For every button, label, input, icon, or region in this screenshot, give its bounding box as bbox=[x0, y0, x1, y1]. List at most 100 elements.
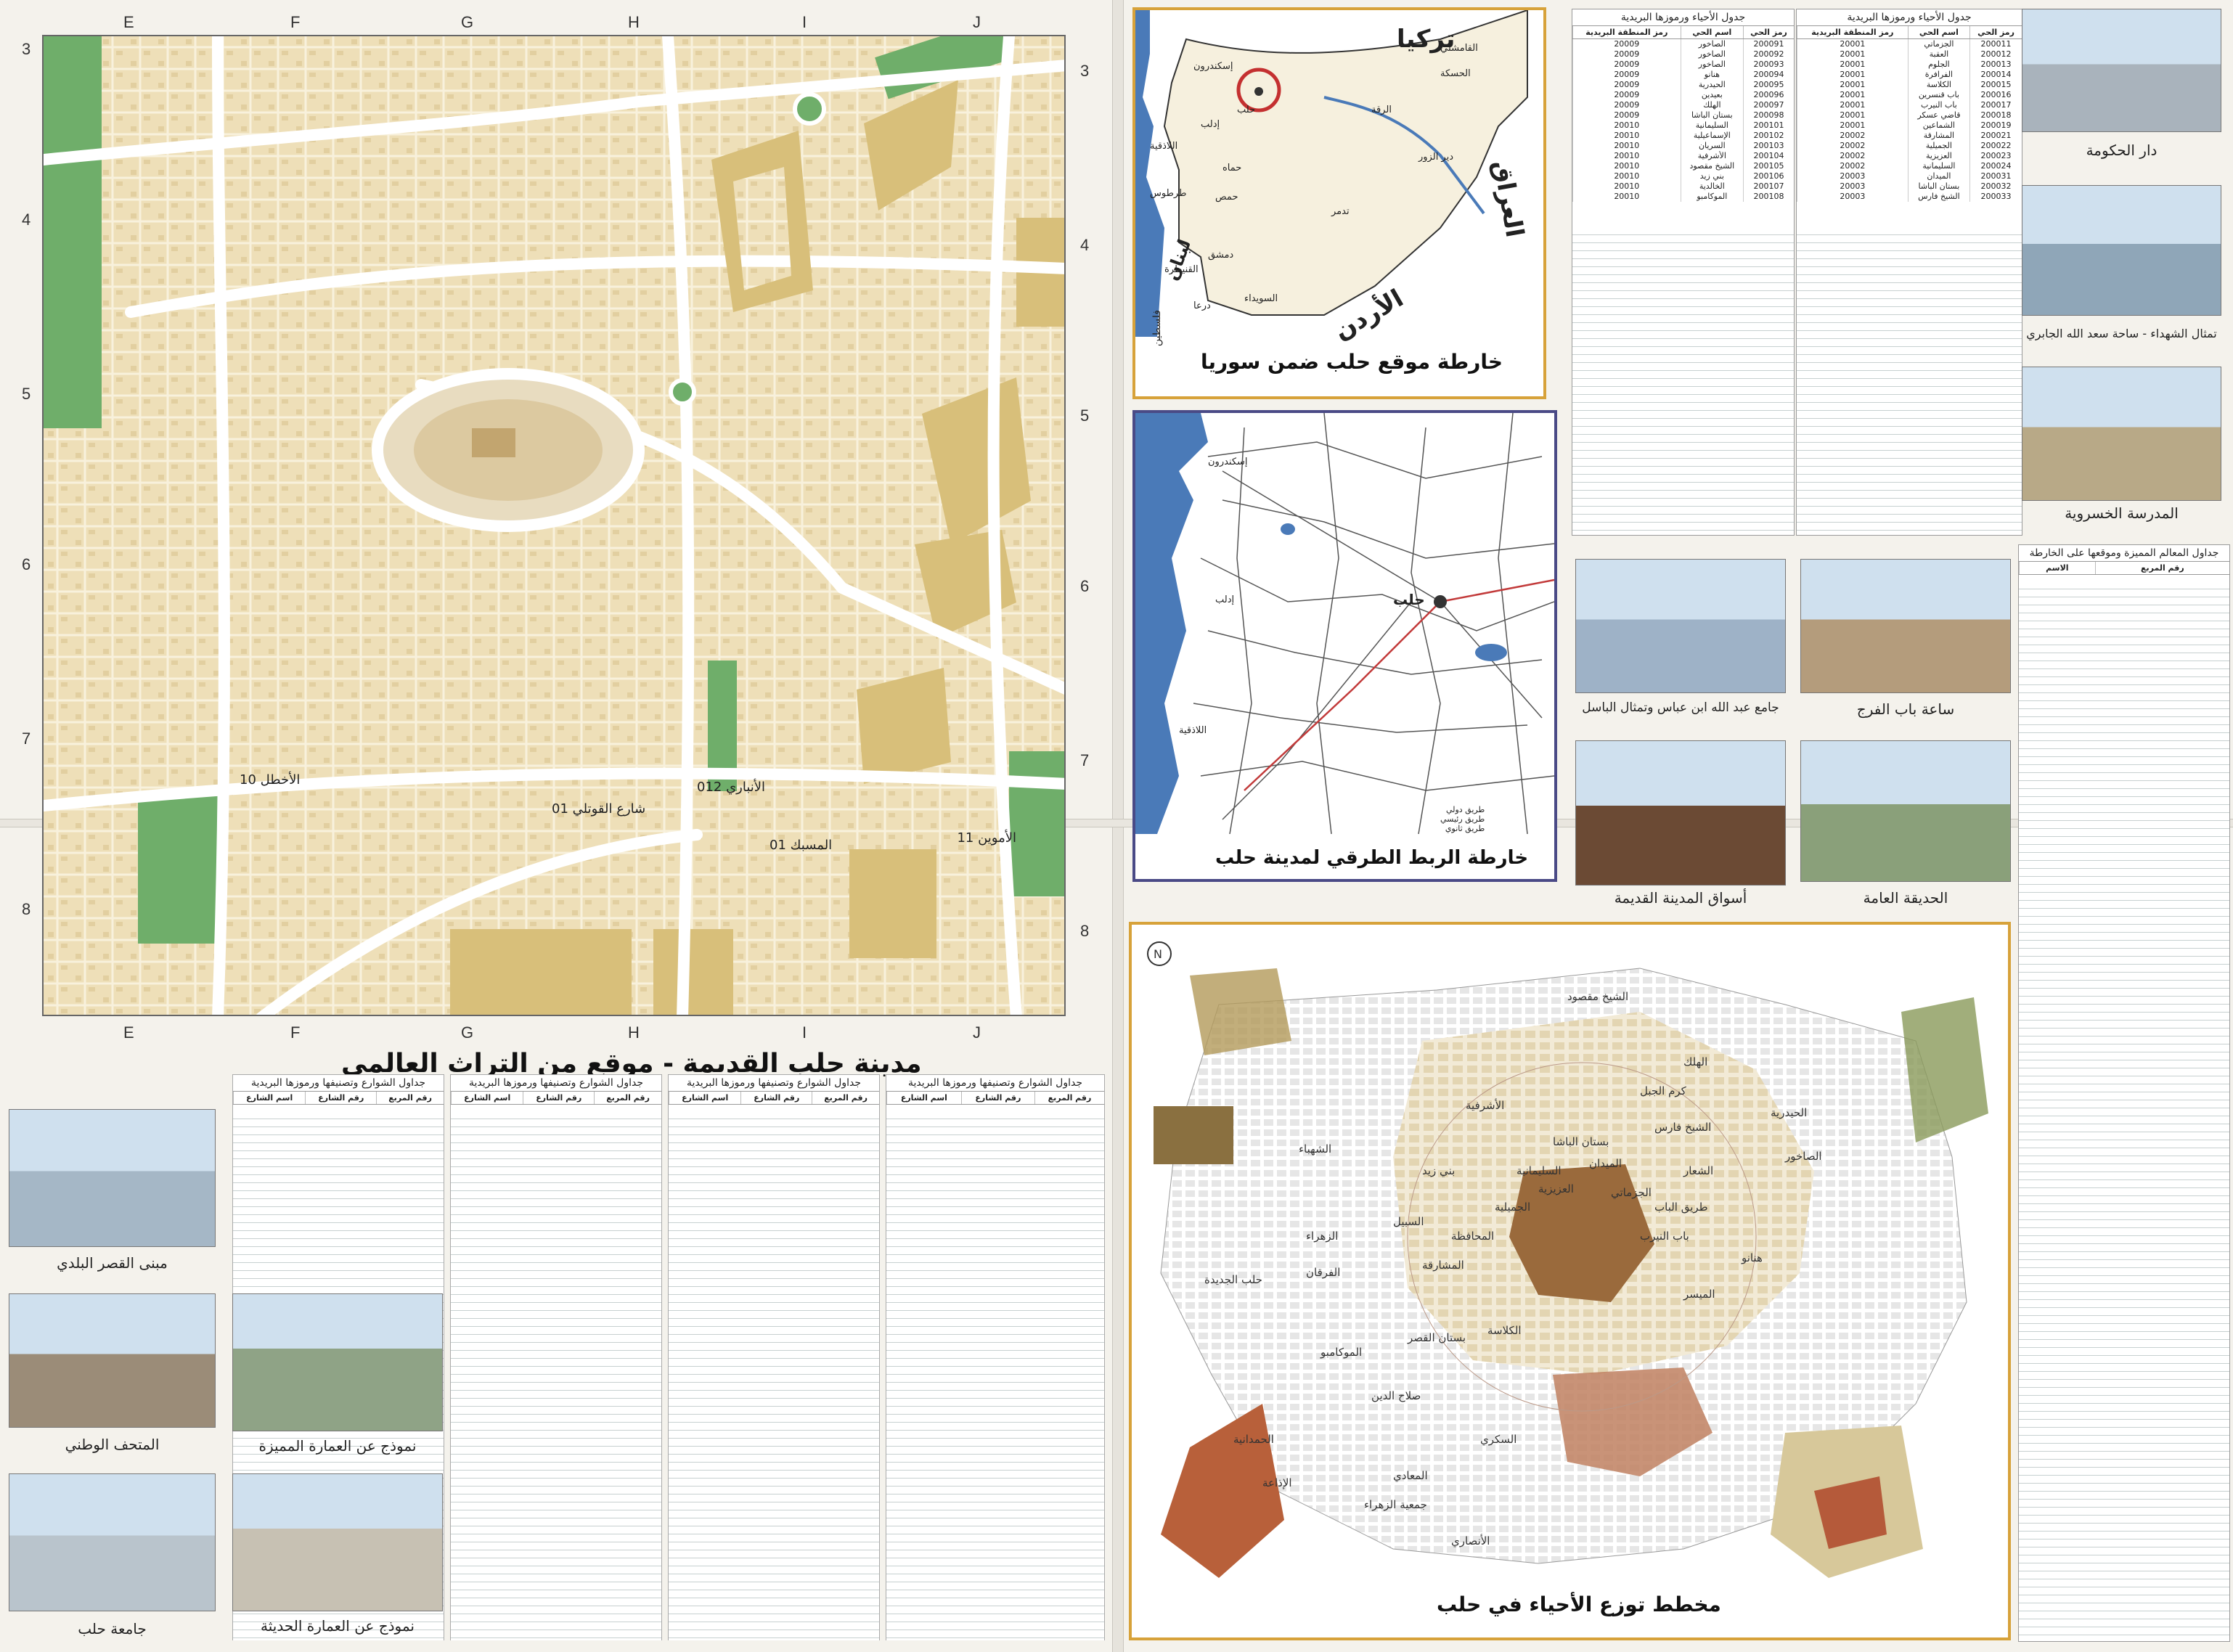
photo[interactable] bbox=[9, 1293, 216, 1428]
photo[interactable] bbox=[232, 1473, 443, 1611]
col-header: رقم المربع bbox=[1034, 1092, 1104, 1105]
table-cell: بستان الباشا bbox=[1907, 181, 1970, 192]
road-connections-map[interactable]: حلب إسكندرون اللاذقية إدلب طريق دولي طري… bbox=[1132, 410, 1557, 882]
district-label: الكلاسة bbox=[1487, 1324, 1522, 1337]
streets-table: جداول الشوارع وتصنيفها ورموزها البريدية … bbox=[450, 1074, 662, 1640]
city-label: حمص bbox=[1215, 192, 1238, 203]
col-header: رمز المنطقة البريدية bbox=[1797, 26, 1909, 39]
col-header: رقم الشارع bbox=[305, 1092, 377, 1105]
photo[interactable] bbox=[1800, 559, 2011, 693]
lake bbox=[1281, 523, 1295, 535]
col-label: G bbox=[461, 1023, 474, 1042]
table-cell: 20010 bbox=[1572, 171, 1681, 181]
photo[interactable] bbox=[1575, 559, 1786, 693]
table-cell: 20010 bbox=[1572, 131, 1681, 141]
table-cell: 20002 bbox=[1797, 151, 1909, 161]
city-label: إدلب bbox=[1201, 119, 1220, 130]
photo[interactable] bbox=[232, 1293, 443, 1431]
table-cell: 200022 bbox=[1969, 141, 2022, 151]
city-label: السويداء bbox=[1244, 293, 1278, 304]
more-rows bbox=[1572, 227, 1794, 535]
district-label: الشيخ مقصود bbox=[1567, 990, 1629, 1003]
city-label: تدمر bbox=[1331, 206, 1350, 217]
district-label: الحيدرية bbox=[1771, 1106, 1808, 1119]
district-area bbox=[1154, 1106, 1233, 1164]
table-row: 200091 الصاخور 20009 bbox=[1572, 38, 1794, 49]
city-label: دير الزور bbox=[1418, 152, 1454, 163]
col-header: اسم الشارع bbox=[232, 1092, 306, 1105]
table-cell: 20003 bbox=[1797, 171, 1909, 181]
district-label: هنانو bbox=[1742, 1251, 1763, 1264]
photo[interactable] bbox=[1800, 740, 2011, 882]
col-label: H bbox=[628, 13, 640, 31]
table-cell: 200104 bbox=[1743, 151, 1794, 161]
table-cell: 200011 bbox=[1969, 38, 2022, 49]
city-label: حلب bbox=[1393, 591, 1425, 608]
table-cell: العقبة bbox=[1907, 49, 1970, 60]
more-rows bbox=[2019, 581, 2229, 1641]
main-road bbox=[212, 36, 230, 1015]
row-label: 8 bbox=[1080, 922, 1090, 940]
photo[interactable] bbox=[2022, 367, 2221, 501]
district-table: رمز الحي اسم الحي رمز المنطقة البريدية 2… bbox=[1797, 26, 2022, 202]
table-cell: 20010 bbox=[1572, 181, 1681, 192]
table-row: 200017 باب النيرب 20001 bbox=[1797, 100, 2022, 110]
table-cell: الشيخ فارس bbox=[1907, 192, 1970, 202]
district-label: بستان الباشا bbox=[1553, 1135, 1609, 1148]
city-label: الرقة bbox=[1371, 105, 1392, 115]
row-label: 7 bbox=[1080, 751, 1090, 769]
district-label: الأنصاري bbox=[1451, 1534, 1490, 1547]
table-title: جداول الشوارع وتصنيفها ورموزها البريدية bbox=[886, 1075, 1104, 1092]
table-cell: 20001 bbox=[1797, 120, 1909, 131]
table-cell: هنانو bbox=[1680, 70, 1744, 80]
district-label: الجميلية bbox=[1495, 1201, 1531, 1214]
district-label: الإذاعة bbox=[1262, 1476, 1292, 1489]
photo[interactable] bbox=[2022, 9, 2221, 132]
col-header: اسم الحي bbox=[1907, 26, 1970, 39]
col-header: رقم الشارع bbox=[523, 1092, 595, 1105]
table-title: جدول الأحياء ورموزها البريدية bbox=[1572, 9, 1794, 26]
green-area bbox=[138, 791, 218, 944]
table-row: 200019 الشماعين 20001 bbox=[1797, 120, 2022, 131]
landmarks-table: جداول المعالم المميزة وموقعها على الخارط… bbox=[2018, 544, 2230, 1642]
photo-caption: نموذج عن العمارة المميزة bbox=[258, 1437, 417, 1455]
table-cell: 200032 bbox=[1969, 181, 2022, 192]
table-cell: 200012 bbox=[1969, 49, 2022, 60]
street-label: 012 الأنباري bbox=[697, 779, 765, 795]
photo[interactable] bbox=[9, 1473, 216, 1611]
legend-item: طريق ثانوي bbox=[1445, 824, 1485, 833]
districts-map[interactable]: N الشيخ مقصود الأشرفية بني زيد الحيدرية … bbox=[1129, 922, 2011, 1640]
more-rows bbox=[451, 1111, 661, 1640]
table-cell: 200107 bbox=[1743, 181, 1794, 192]
table-cell: السليمانية bbox=[1680, 120, 1744, 131]
table-title: جداول الشوارع وتصنيفها ورموزها البريدية bbox=[233, 1075, 444, 1092]
table-cell: 20010 bbox=[1572, 161, 1681, 171]
col-header: رقم المربع bbox=[812, 1092, 879, 1105]
row-label: 5 bbox=[22, 385, 31, 403]
district-label: الشعار bbox=[1683, 1164, 1714, 1177]
roundabout bbox=[669, 378, 696, 406]
table-row: 200016 باب قنسرين 20001 bbox=[1797, 90, 2022, 100]
syria-location-map[interactable]: تركيا العراق الأردن لبنان فلسطين حلب الق… bbox=[1132, 7, 1546, 399]
old-city-map[interactable]: الأموين 11 الأخطل 10 شارع القوتلي 01 الم… bbox=[42, 35, 1066, 1016]
photo[interactable] bbox=[1575, 740, 1786, 886]
table-cell: 200094 bbox=[1743, 70, 1794, 80]
table-cell: بستان الباشا bbox=[1680, 110, 1744, 120]
table-cell: 200106 bbox=[1743, 171, 1794, 181]
table-cell: الجلوم bbox=[1907, 60, 1970, 70]
table-cell: 200024 bbox=[1969, 161, 2022, 171]
photo-caption: الحديقة العامة bbox=[1863, 889, 1948, 907]
table-row: 200012 العقبة 20001 bbox=[1797, 49, 2022, 60]
more-rows bbox=[886, 1111, 1104, 1640]
col-label: I bbox=[802, 1023, 807, 1042]
photo[interactable] bbox=[2022, 185, 2221, 316]
table-body: 200091 الصاخور 20009 200092 الصاخور 20009 2000… bbox=[1572, 38, 1794, 202]
aleppo-marker bbox=[1254, 87, 1263, 96]
col-header: اسم الشارع bbox=[886, 1092, 962, 1105]
table-cell: 200031 bbox=[1969, 171, 2022, 181]
district-label: الزهراء bbox=[1306, 1230, 1339, 1243]
photo-caption: جامعة حلب bbox=[78, 1620, 147, 1637]
district-area bbox=[1161, 1404, 1284, 1578]
photo[interactable] bbox=[9, 1109, 216, 1247]
table-cell: 20001 bbox=[1797, 90, 1909, 100]
